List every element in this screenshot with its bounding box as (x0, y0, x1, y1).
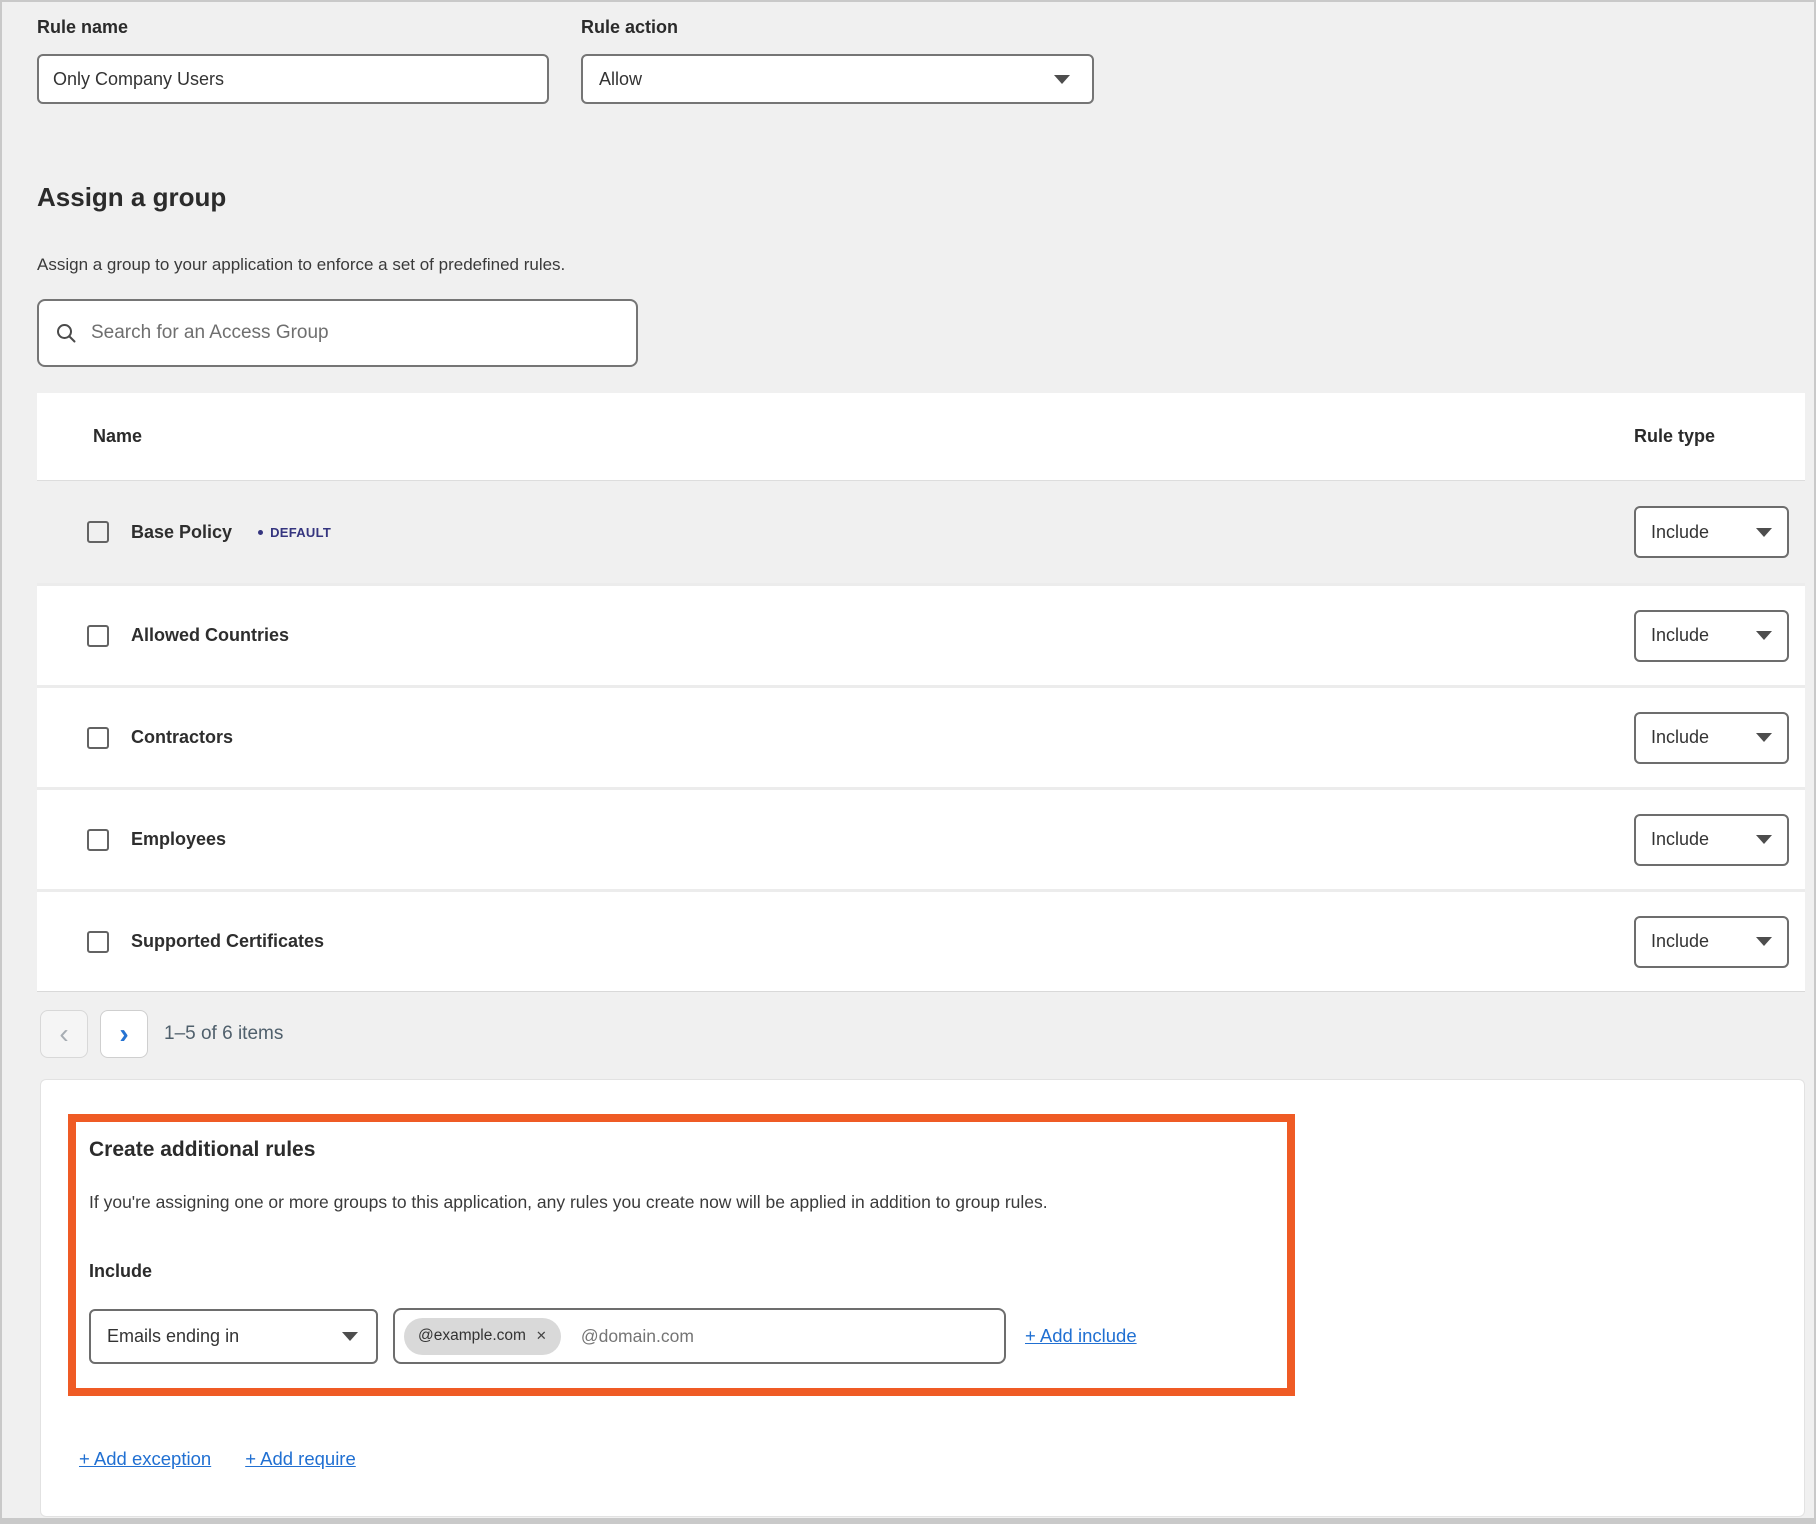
additional-rules-card: Create additional rules If you're assign… (40, 1079, 1805, 1517)
rule-form: Rule name Rule action Allow (37, 17, 1814, 104)
rule-type-select[interactable]: Include (1634, 814, 1789, 866)
access-group-table: Name Rule type Base Policy DEFAULT Inclu… (37, 393, 1805, 992)
chevron-right-icon: › (119, 1020, 128, 1048)
access-group-search (37, 299, 638, 367)
chevron-down-icon (1756, 528, 1772, 537)
table-row: Allowed Countries Include (37, 583, 1805, 685)
row-checkbox[interactable] (87, 625, 109, 647)
additional-rules-description: If you're assigning one or more groups t… (89, 1192, 1267, 1213)
group-name: Allowed Countries (131, 625, 289, 646)
pagination: ‹ › 1–5 of 6 items (40, 1010, 1814, 1058)
rule-type-select[interactable]: Include (1634, 610, 1789, 662)
chevron-down-icon (1756, 631, 1772, 640)
rule-action-select[interactable]: Allow (581, 54, 1094, 104)
table-row: Employees Include (37, 787, 1805, 889)
chevron-down-icon (342, 1332, 358, 1341)
default-badge: DEFAULT (258, 525, 331, 540)
rule-type-select[interactable]: Include (1634, 506, 1789, 558)
rule-action-value: Allow (599, 69, 642, 90)
assign-group-heading: Assign a group (37, 182, 1814, 213)
chevron-down-icon (1054, 75, 1070, 84)
chevron-left-icon: ‹ (59, 1020, 68, 1048)
close-icon[interactable]: ✕ (536, 1328, 547, 1344)
additional-rules-heading: Create additional rules (89, 1138, 1267, 1162)
bullet-icon (258, 530, 263, 535)
email-domain-input[interactable] (581, 1326, 941, 1347)
rule-type-select[interactable]: Include (1634, 712, 1789, 764)
column-header-name: Name (37, 426, 1634, 447)
rule-name-label: Rule name (37, 17, 549, 38)
chevron-down-icon (1756, 835, 1772, 844)
table-row: Contractors Include (37, 685, 1805, 787)
search-icon (55, 322, 77, 344)
group-name: Employees (131, 829, 226, 850)
chevron-down-icon (1756, 937, 1772, 946)
include-rule-row: Emails ending in @example.com ✕ + Add in… (89, 1308, 1267, 1364)
pagination-summary: 1–5 of 6 items (164, 1023, 283, 1045)
table-row: Base Policy DEFAULT Include (37, 481, 1805, 583)
row-checkbox[interactable] (87, 521, 109, 543)
assign-group-description: Assign a group to your application to en… (37, 255, 1814, 275)
condition-value: Emails ending in (107, 1326, 239, 1347)
email-chip-value: @example.com (418, 1327, 526, 1345)
table-header: Name Rule type (37, 393, 1805, 481)
email-chip: @example.com ✕ (404, 1318, 561, 1355)
previous-page-button[interactable]: ‹ (40, 1010, 88, 1058)
add-exception-link[interactable]: + Add exception (79, 1448, 211, 1470)
row-checkbox[interactable] (87, 829, 109, 851)
search-input[interactable] (91, 322, 611, 344)
table-row: Supported Certificates Include (37, 889, 1805, 991)
footer-links: + Add exception + Add require (79, 1448, 1804, 1470)
email-domains-field: @example.com ✕ (393, 1308, 1006, 1364)
highlight-annotation-box: Create additional rules If you're assign… (68, 1114, 1295, 1396)
condition-select[interactable]: Emails ending in (89, 1309, 378, 1364)
row-checkbox[interactable] (87, 727, 109, 749)
group-name: Base Policy (131, 522, 232, 543)
next-page-button[interactable]: › (100, 1010, 148, 1058)
group-name: Contractors (131, 727, 233, 748)
include-label: Include (89, 1261, 1267, 1282)
access-rule-page: Rule name Rule action Allow Assign a gro… (0, 0, 1816, 1524)
chevron-down-icon (1756, 733, 1772, 742)
group-name: Supported Certificates (131, 931, 324, 952)
rule-type-select[interactable]: Include (1634, 916, 1789, 968)
add-require-link[interactable]: + Add require (245, 1448, 356, 1470)
column-header-rule-type: Rule type (1634, 426, 1805, 447)
add-include-link[interactable]: + Add include (1025, 1325, 1137, 1347)
rule-action-label: Rule action (581, 17, 1094, 38)
rule-name-input[interactable] (37, 54, 549, 104)
row-checkbox[interactable] (87, 931, 109, 953)
